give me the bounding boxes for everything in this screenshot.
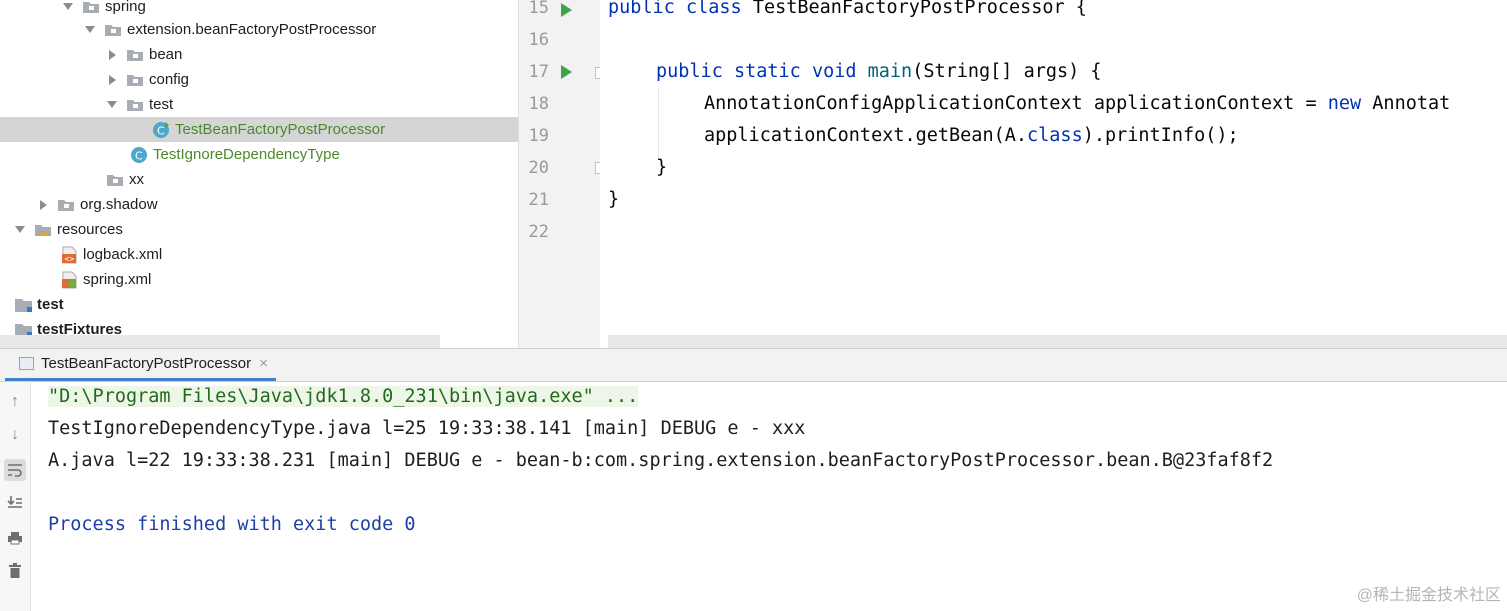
tree-item-label: logback.xml bbox=[83, 246, 163, 263]
package-folder-icon bbox=[126, 97, 144, 113]
code-line-19: applicationContext.getBean(A.class).prin… bbox=[704, 125, 1239, 146]
tree-item-test-package[interactable]: test bbox=[0, 92, 518, 117]
tree-item-xx[interactable]: xx bbox=[0, 167, 518, 192]
tree-item-label: test bbox=[37, 296, 64, 313]
chevron-down-icon[interactable] bbox=[106, 99, 118, 111]
chevron-down-icon[interactable] bbox=[14, 224, 26, 236]
tree-item-testignoredependencytype[interactable]: C TestIgnoreDependencyType bbox=[0, 142, 518, 167]
chevron-down-icon[interactable] bbox=[84, 24, 96, 36]
console-log-line: A.java l=22 19:33:38.231 [main] DEBUG e … bbox=[48, 450, 1274, 471]
code-line-17: public static void main(String[] args) { bbox=[656, 61, 1102, 82]
run-toolbar: ↑ ↓ bbox=[0, 382, 31, 611]
tree-item-testbeanfactorypostprocessor[interactable]: C TestBeanFactoryPostProcessor bbox=[0, 117, 518, 142]
tree-item-label: test bbox=[149, 96, 174, 113]
package-folder-icon bbox=[104, 22, 122, 38]
watermark: @稀土掘金技术社区 bbox=[1356, 587, 1501, 604]
tree-item-bean[interactable]: bean bbox=[0, 42, 518, 67]
print-icon[interactable] bbox=[4, 527, 26, 549]
run-configuration-icon bbox=[19, 357, 34, 370]
console-process-finished: Process finished with exit code 0 bbox=[48, 514, 416, 535]
tree-item-spring-xml[interactable]: spring.xml bbox=[0, 267, 518, 292]
tree-item-extension-beanfactorypostprocessor[interactable]: extension.beanFactoryPostProcessor bbox=[0, 17, 518, 42]
tree-item-label: xx bbox=[129, 171, 144, 188]
soft-wrap-icon[interactable] bbox=[4, 459, 26, 481]
package-folder-icon bbox=[106, 172, 124, 188]
code-line-18: AnnotationConfigApplicationContext appli… bbox=[704, 93, 1451, 114]
line-number: 17 bbox=[528, 62, 549, 82]
tree-item-config[interactable]: config bbox=[0, 67, 518, 92]
indent-guide bbox=[658, 88, 659, 158]
java-class-run-icon: C bbox=[152, 121, 170, 138]
code-line-21: } bbox=[608, 189, 620, 210]
trash-icon[interactable] bbox=[4, 560, 26, 582]
chevron-right-icon[interactable] bbox=[37, 199, 49, 211]
run-main-icon[interactable] bbox=[561, 65, 572, 79]
package-folder-icon bbox=[126, 72, 144, 88]
svg-text:C: C bbox=[135, 149, 143, 162]
editor-horizontal-scrollbar[interactable] bbox=[608, 335, 1507, 348]
tree-item-logback-xml[interactable]: <> logback.xml bbox=[0, 242, 518, 267]
package-folder-icon bbox=[82, 0, 100, 15]
module-folder-icon bbox=[14, 297, 32, 313]
chevron-right-icon[interactable] bbox=[106, 49, 118, 61]
tree-item-label: TestIgnoreDependencyType bbox=[153, 146, 340, 163]
close-icon[interactable]: × bbox=[259, 355, 268, 372]
line-number: 15 bbox=[528, 0, 549, 18]
console-output[interactable]: "D:\Program Files\Java\jdk1.8.0_231\bin\… bbox=[31, 382, 1507, 611]
tree-item-label: spring.xml bbox=[83, 271, 152, 288]
code-editor[interactable]: public class TestBeanFactoryPostProcesso… bbox=[600, 0, 1507, 335]
tree-item-label: TestBeanFactoryPostProcessor bbox=[175, 121, 386, 138]
console-command-line: "D:\Program Files\Java\jdk1.8.0_231\bin\… bbox=[48, 386, 639, 407]
resources-folder-icon bbox=[34, 222, 52, 238]
chevron-right-icon[interactable] bbox=[106, 74, 118, 86]
tab-label: TestBeanFactoryPostProcessor bbox=[41, 355, 252, 372]
project-tree: spring extension.beanFactoryPostProcesso… bbox=[0, 0, 518, 348]
spring-xml-file-icon bbox=[60, 271, 78, 288]
line-number: 22 bbox=[528, 222, 549, 242]
package-folder-icon bbox=[57, 197, 75, 213]
tree-horizontal-scrollbar[interactable] bbox=[0, 335, 440, 348]
tree-item-label: config bbox=[149, 71, 190, 88]
scroll-to-end-icon[interactable] bbox=[4, 491, 26, 513]
tree-item-label: bean bbox=[149, 46, 183, 63]
tab-run-configuration[interactable]: TestBeanFactoryPostProcessor × bbox=[5, 349, 276, 381]
line-number: 18 bbox=[528, 94, 549, 114]
svg-text:C: C bbox=[157, 124, 165, 137]
arrow-down-icon[interactable]: ↓ bbox=[4, 424, 26, 446]
tree-item-label: extension.beanFactoryPostProcessor bbox=[127, 21, 377, 38]
line-number: 20 bbox=[528, 158, 549, 178]
svg-text:<>: <> bbox=[65, 254, 75, 263]
editor-gutter: 15 16 17 18 19 20 21 22 bbox=[518, 0, 605, 348]
tree-item-label: org.shadow bbox=[80, 196, 158, 213]
xml-file-icon: <> bbox=[60, 246, 78, 263]
tree-item-org-shadow[interactable]: org.shadow bbox=[0, 192, 518, 217]
code-line-15: public class TestBeanFactoryPostProcesso… bbox=[608, 0, 1087, 18]
tree-item-label: spring bbox=[105, 0, 146, 15]
package-folder-icon bbox=[126, 47, 144, 63]
console-log-line: TestIgnoreDependencyType.java l=25 19:33… bbox=[48, 418, 806, 439]
line-number: 19 bbox=[528, 126, 549, 146]
run-class-icon[interactable] bbox=[561, 3, 572, 17]
code-line-20: } bbox=[656, 157, 668, 178]
arrow-up-icon[interactable]: ↑ bbox=[4, 391, 26, 413]
tree-item-resources[interactable]: resources bbox=[0, 217, 518, 242]
line-number: 21 bbox=[528, 190, 549, 210]
chevron-down-icon[interactable] bbox=[62, 1, 74, 13]
run-tab-bar: TestBeanFactoryPostProcessor × bbox=[0, 348, 1507, 382]
tree-item-label: resources bbox=[57, 221, 123, 238]
tree-item-test-module[interactable]: test bbox=[0, 292, 518, 317]
java-class-icon: C bbox=[130, 146, 148, 163]
line-number: 16 bbox=[528, 30, 549, 50]
